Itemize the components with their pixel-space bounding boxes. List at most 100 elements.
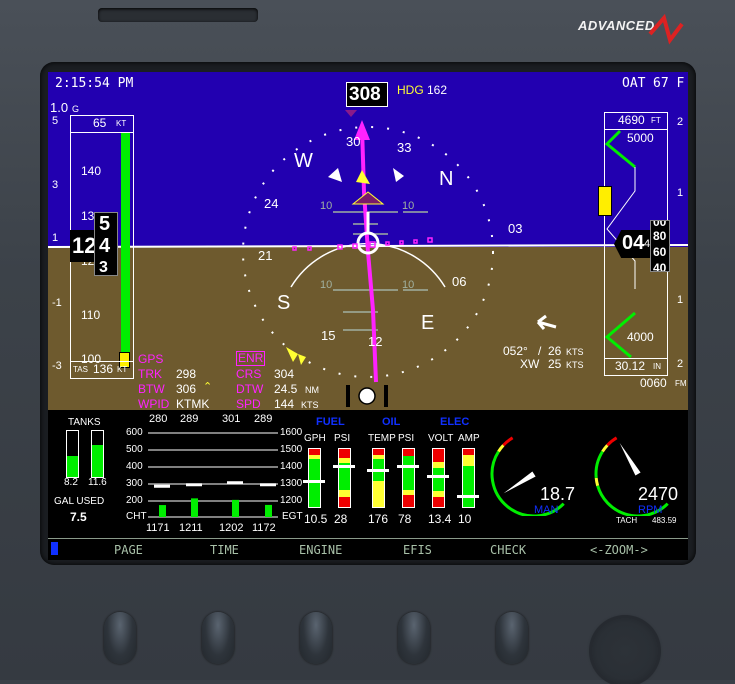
bar-gauge-label: PSI bbox=[398, 433, 415, 444]
bar-gauge-pointer bbox=[397, 465, 419, 469]
cht-marker bbox=[154, 484, 170, 488]
tach-value: 483.59 bbox=[652, 516, 677, 525]
man-value: 18.7 bbox=[540, 484, 576, 504]
softkey-zoom[interactable]: <-ZOOM-> bbox=[590, 543, 648, 557]
hardware-button-3[interactable] bbox=[300, 612, 332, 664]
roll-pointer bbox=[356, 170, 370, 184]
gauge-needle bbox=[503, 471, 536, 494]
nav-label: TRK bbox=[138, 367, 162, 381]
vsi-right-tick: 1 bbox=[677, 187, 684, 199]
tach-label: TACH bbox=[616, 516, 638, 525]
compass-label-n: N bbox=[439, 168, 454, 190]
softkey-check[interactable]: CHECK bbox=[490, 543, 526, 557]
wind-direction: 052° bbox=[503, 344, 528, 358]
softkey-bar: PAGE TIME ENGINE EFIS CHECK <-ZOOM-> bbox=[48, 538, 688, 560]
bearing-pointer bbox=[286, 347, 298, 362]
bar-gauge-label: GPH bbox=[304, 433, 326, 444]
compass-label-e: E bbox=[421, 312, 435, 334]
slip-bar-right bbox=[384, 385, 388, 407]
roll-mark-right bbox=[393, 168, 404, 182]
bar-gauge bbox=[372, 448, 385, 508]
hardware-button-4[interactable] bbox=[398, 612, 430, 664]
altitude-scale-label: 4000 bbox=[627, 330, 654, 344]
compass-label-24: 24 bbox=[264, 196, 279, 211]
hardware-button-1[interactable] bbox=[104, 612, 136, 664]
cht-axis-label: 500 bbox=[126, 444, 143, 455]
rpm-value: 2470 bbox=[638, 484, 679, 504]
oat-value: 67 F bbox=[653, 76, 685, 91]
bar-gauge-value: 28 bbox=[334, 512, 348, 526]
airspeed-green-arc bbox=[121, 133, 130, 357]
bar-gauge-pointer bbox=[333, 465, 355, 469]
cht-marker bbox=[260, 483, 276, 487]
slip-ball bbox=[358, 387, 376, 405]
slip-bar-left bbox=[346, 385, 350, 407]
chevron-up-icon: ⌃ bbox=[203, 381, 213, 393]
nav-label: CRS bbox=[236, 367, 262, 381]
egt-bar bbox=[159, 505, 166, 517]
airspeed-readout-major: 12 bbox=[70, 230, 96, 262]
bar-gauge bbox=[338, 448, 351, 508]
baro-box[interactable]: 30.12 IN bbox=[605, 358, 667, 375]
flight-path-marker bbox=[351, 191, 385, 205]
tank-left-gauge bbox=[66, 430, 79, 478]
bar-gauge bbox=[462, 448, 475, 508]
gauge-arc-yellow bbox=[497, 444, 505, 453]
compass-label-33: 33 bbox=[397, 140, 412, 155]
clock-time: 2:15:54 PM bbox=[55, 76, 134, 91]
altitude-selected-box[interactable]: 4690 FT bbox=[605, 113, 667, 130]
tanks-label: TANKS bbox=[68, 417, 101, 428]
bar-gauge-label: PSI bbox=[334, 433, 351, 444]
bar-gauge-label: TEMP bbox=[368, 433, 396, 444]
altitude-scale-label: 5000 bbox=[627, 131, 654, 145]
egt-bar bbox=[191, 498, 198, 517]
tank-right-gauge bbox=[91, 430, 104, 478]
hdg-selected[interactable]: 162 bbox=[427, 83, 447, 97]
egt-bar bbox=[232, 499, 239, 517]
cht-label: CHT bbox=[126, 511, 147, 522]
softkey-efis[interactable]: EFIS bbox=[403, 543, 432, 557]
group-elec: ELEC bbox=[440, 416, 470, 428]
egt-bottom-value: 1172 bbox=[252, 522, 276, 534]
g-meter-unit: G bbox=[72, 104, 80, 114]
nav-value: 304 bbox=[274, 367, 295, 381]
compass-label-03: 03 bbox=[508, 221, 523, 236]
compass-label-w: W bbox=[294, 150, 313, 172]
rotary-knob[interactable] bbox=[592, 618, 658, 684]
bar-gauge-pointer bbox=[427, 475, 449, 479]
hdg-label: HDG bbox=[397, 83, 424, 97]
nav-value: 24.5 bbox=[274, 382, 298, 396]
nav-label: SPD bbox=[236, 397, 261, 410]
wind-arrow bbox=[536, 314, 557, 330]
tas-value: 136 bbox=[93, 362, 114, 376]
brand-logo-mark bbox=[648, 14, 684, 45]
wind-speed: 26 bbox=[548, 344, 562, 358]
softkey-time[interactable]: TIME bbox=[210, 543, 239, 557]
vsi-left-tick: 5 bbox=[52, 115, 59, 127]
hardware-button-2[interactable] bbox=[202, 612, 234, 664]
airspeed-selected-box[interactable]: 65 KT bbox=[71, 116, 133, 133]
cht-axis-label: 600 bbox=[126, 427, 143, 438]
tank-right-value: 11.6 bbox=[88, 477, 107, 488]
card-slot bbox=[98, 8, 258, 22]
compass-label-06: 06 bbox=[452, 274, 467, 289]
egt-bottom-value: 1171 bbox=[146, 522, 170, 534]
egt-axis-label: 1600 bbox=[280, 427, 303, 438]
cht-marker bbox=[186, 483, 202, 487]
vsi-left-tick: 1 bbox=[52, 232, 59, 244]
softkey-engine[interactable]: ENGINE bbox=[299, 543, 342, 557]
cht-top-value: 301 bbox=[222, 413, 241, 425]
bar-gauge-value: 10.5 bbox=[304, 512, 328, 526]
baro-value: 30.12 bbox=[615, 359, 646, 373]
vsi-right-tick: 1 bbox=[677, 294, 684, 306]
airspeed-scale-label: 140 bbox=[81, 164, 102, 178]
gauge-arc-red bbox=[502, 436, 514, 447]
cht-marker bbox=[227, 481, 243, 485]
bar-gauge-value: 10 bbox=[458, 512, 472, 526]
altitude-readout-major: 04 4 bbox=[614, 230, 650, 258]
hardware-button-5[interactable] bbox=[496, 612, 528, 664]
softkey-page[interactable]: PAGE bbox=[114, 543, 143, 557]
bar-gauge-pointer bbox=[457, 494, 479, 498]
altitude-bug bbox=[598, 186, 612, 216]
cht-axis-label: 200 bbox=[126, 495, 143, 506]
